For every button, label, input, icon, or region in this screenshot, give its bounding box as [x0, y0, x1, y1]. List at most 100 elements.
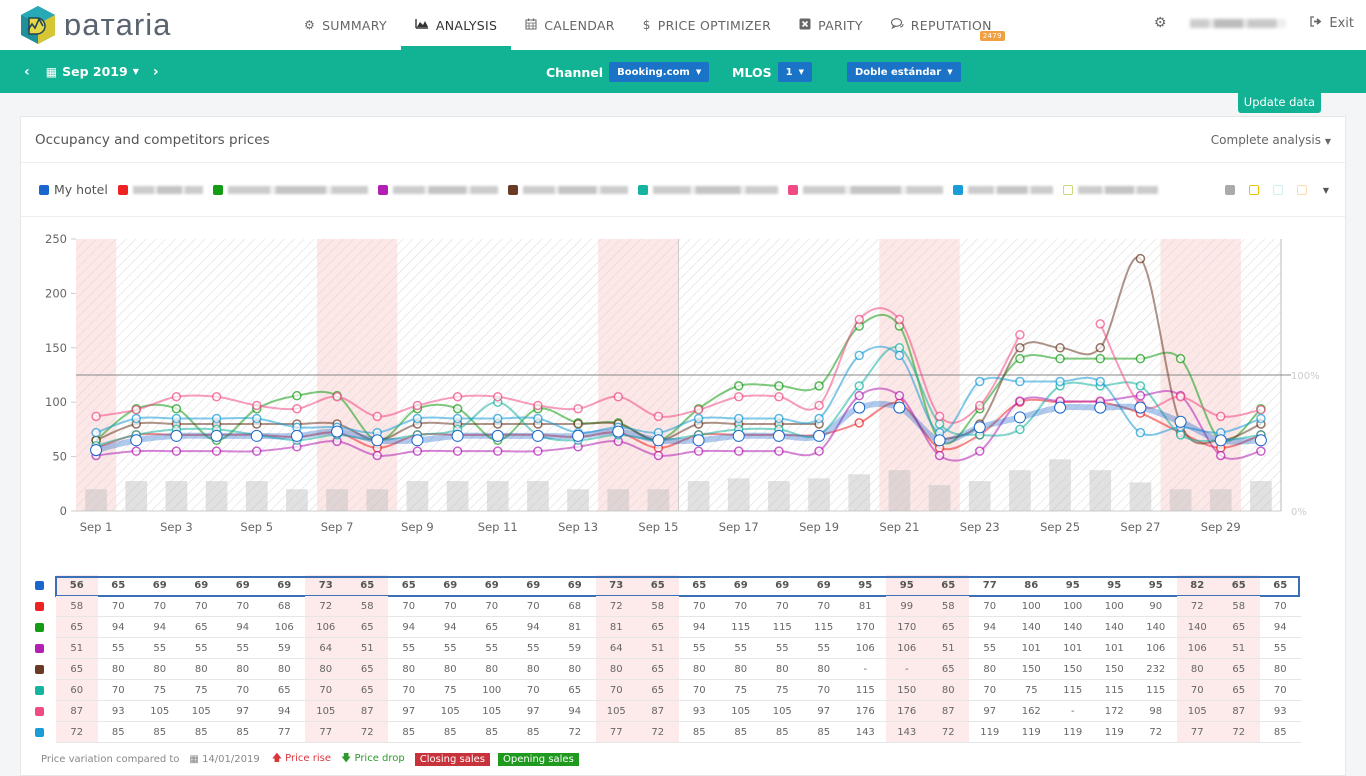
price-cell[interactable]: 97: [512, 701, 554, 722]
price-cell[interactable]: 65: [56, 659, 98, 680]
price-cell[interactable]: 94: [388, 617, 430, 638]
price-cell[interactable]: 172: [1093, 701, 1135, 722]
price-cell[interactable]: 70: [97, 680, 139, 701]
price-cell[interactable]: 80: [305, 659, 347, 680]
price-cell[interactable]: 75: [761, 680, 803, 701]
legend-item-competitor-4[interactable]: [507, 184, 628, 195]
prev-month-button[interactable]: ‹: [20, 64, 34, 80]
price-cell[interactable]: 72: [305, 596, 347, 617]
price-cell[interactable]: 58: [1218, 596, 1260, 617]
price-cell[interactable]: 106: [263, 617, 305, 638]
price-cell[interactable]: 140: [1176, 617, 1218, 638]
price-cell[interactable]: 70: [222, 596, 264, 617]
price-cell[interactable]: 140: [1093, 617, 1135, 638]
price-cell[interactable]: 56: [56, 575, 98, 596]
legend-extra-swatch[interactable]: [1248, 185, 1259, 195]
price-cell[interactable]: -: [1052, 701, 1094, 722]
legend-item-competitor-2[interactable]: [212, 184, 368, 195]
price-cell[interactable]: 232: [1135, 659, 1177, 680]
price-cell[interactable]: 65: [263, 680, 305, 701]
price-cell[interactable]: 55: [222, 638, 264, 659]
price-cell[interactable]: 73: [595, 575, 637, 596]
price-cell[interactable]: 65: [97, 575, 139, 596]
price-cell[interactable]: 80: [595, 659, 637, 680]
price-cell[interactable]: 150: [1052, 659, 1094, 680]
price-cell[interactable]: 95: [886, 575, 928, 596]
price-cell[interactable]: 85: [180, 722, 222, 743]
price-cell[interactable]: 94: [263, 701, 305, 722]
price-cell[interactable]: 70: [97, 596, 139, 617]
price-cell[interactable]: 87: [56, 701, 98, 722]
price-cell[interactable]: 105: [429, 701, 471, 722]
price-cell[interactable]: 85: [471, 722, 513, 743]
price-cell[interactable]: 65: [927, 575, 969, 596]
nav-analysis[interactable]: ANALYSIS: [400, 0, 512, 50]
legend-extra-swatch[interactable]: [1296, 185, 1307, 195]
price-cell[interactable]: 94: [222, 617, 264, 638]
price-cell[interactable]: 70: [139, 596, 181, 617]
price-cell[interactable]: 97: [803, 701, 845, 722]
price-cell[interactable]: 69: [803, 575, 845, 596]
price-cell[interactable]: 97: [969, 701, 1011, 722]
price-cell[interactable]: 87: [1218, 701, 1260, 722]
price-cell[interactable]: 69: [471, 575, 513, 596]
price-cell[interactable]: 94: [969, 617, 1011, 638]
price-cell[interactable]: 105: [180, 701, 222, 722]
exit-button[interactable]: Exit: [1310, 16, 1354, 31]
price-cell[interactable]: 60: [56, 680, 98, 701]
price-cell[interactable]: 55: [139, 638, 181, 659]
price-cell[interactable]: 65: [927, 617, 969, 638]
price-cell[interactable]: 85: [720, 722, 762, 743]
price-cell[interactable]: 119: [969, 722, 1011, 743]
price-cell[interactable]: 65: [1218, 680, 1260, 701]
price-cell[interactable]: 55: [512, 638, 554, 659]
price-cell[interactable]: 69: [180, 575, 222, 596]
price-cell[interactable]: 59: [554, 638, 596, 659]
price-cell[interactable]: 119: [1010, 722, 1052, 743]
price-cell[interactable]: 65: [180, 617, 222, 638]
price-cell[interactable]: 80: [761, 659, 803, 680]
compare-date-picker[interactable]: ▦ 14/01/2019: [189, 754, 259, 765]
price-cell[interactable]: 95: [1135, 575, 1177, 596]
price-cell[interactable]: 100: [1010, 596, 1052, 617]
price-cell[interactable]: 58: [56, 596, 98, 617]
price-cell[interactable]: -: [844, 659, 886, 680]
price-cell[interactable]: 94: [512, 617, 554, 638]
price-cell[interactable]: 70: [180, 596, 222, 617]
price-cell[interactable]: 87: [346, 701, 388, 722]
price-cell[interactable]: 115: [761, 617, 803, 638]
price-cell[interactable]: 65: [56, 617, 98, 638]
price-cell[interactable]: 85: [803, 722, 845, 743]
price-cell[interactable]: 77: [595, 722, 637, 743]
price-cell[interactable]: 59: [263, 638, 305, 659]
price-cell[interactable]: 55: [471, 638, 513, 659]
price-cell[interactable]: 75: [180, 680, 222, 701]
price-cell[interactable]: 51: [1218, 638, 1260, 659]
price-cell[interactable]: 77: [969, 575, 1011, 596]
price-cell[interactable]: 55: [388, 638, 430, 659]
price-cell[interactable]: 51: [927, 638, 969, 659]
price-cell[interactable]: 65: [637, 680, 679, 701]
price-cell[interactable]: 65: [1259, 575, 1301, 596]
price-cell[interactable]: 65: [637, 659, 679, 680]
nav-summary[interactable]: ⚙ SUMMARY: [290, 0, 401, 50]
price-cell[interactable]: 70: [969, 680, 1011, 701]
price-cell[interactable]: 70: [429, 596, 471, 617]
price-cell[interactable]: 106: [1176, 638, 1218, 659]
price-cell[interactable]: 65: [346, 659, 388, 680]
price-cell[interactable]: 80: [1259, 659, 1301, 680]
price-cell[interactable]: 70: [388, 596, 430, 617]
price-cell[interactable]: 86: [1010, 575, 1052, 596]
price-cell[interactable]: 65: [1218, 575, 1260, 596]
price-cell[interactable]: 70: [678, 680, 720, 701]
price-cell[interactable]: 101: [1010, 638, 1052, 659]
price-cell[interactable]: 55: [180, 638, 222, 659]
price-cell[interactable]: 95: [1052, 575, 1094, 596]
price-cell[interactable]: 80: [471, 659, 513, 680]
price-cell[interactable]: 55: [969, 638, 1011, 659]
price-cell[interactable]: 85: [97, 722, 139, 743]
price-cell[interactable]: 80: [429, 659, 471, 680]
price-cell[interactable]: 170: [886, 617, 928, 638]
price-cell[interactable]: 55: [761, 638, 803, 659]
price-cell[interactable]: 65: [388, 575, 430, 596]
